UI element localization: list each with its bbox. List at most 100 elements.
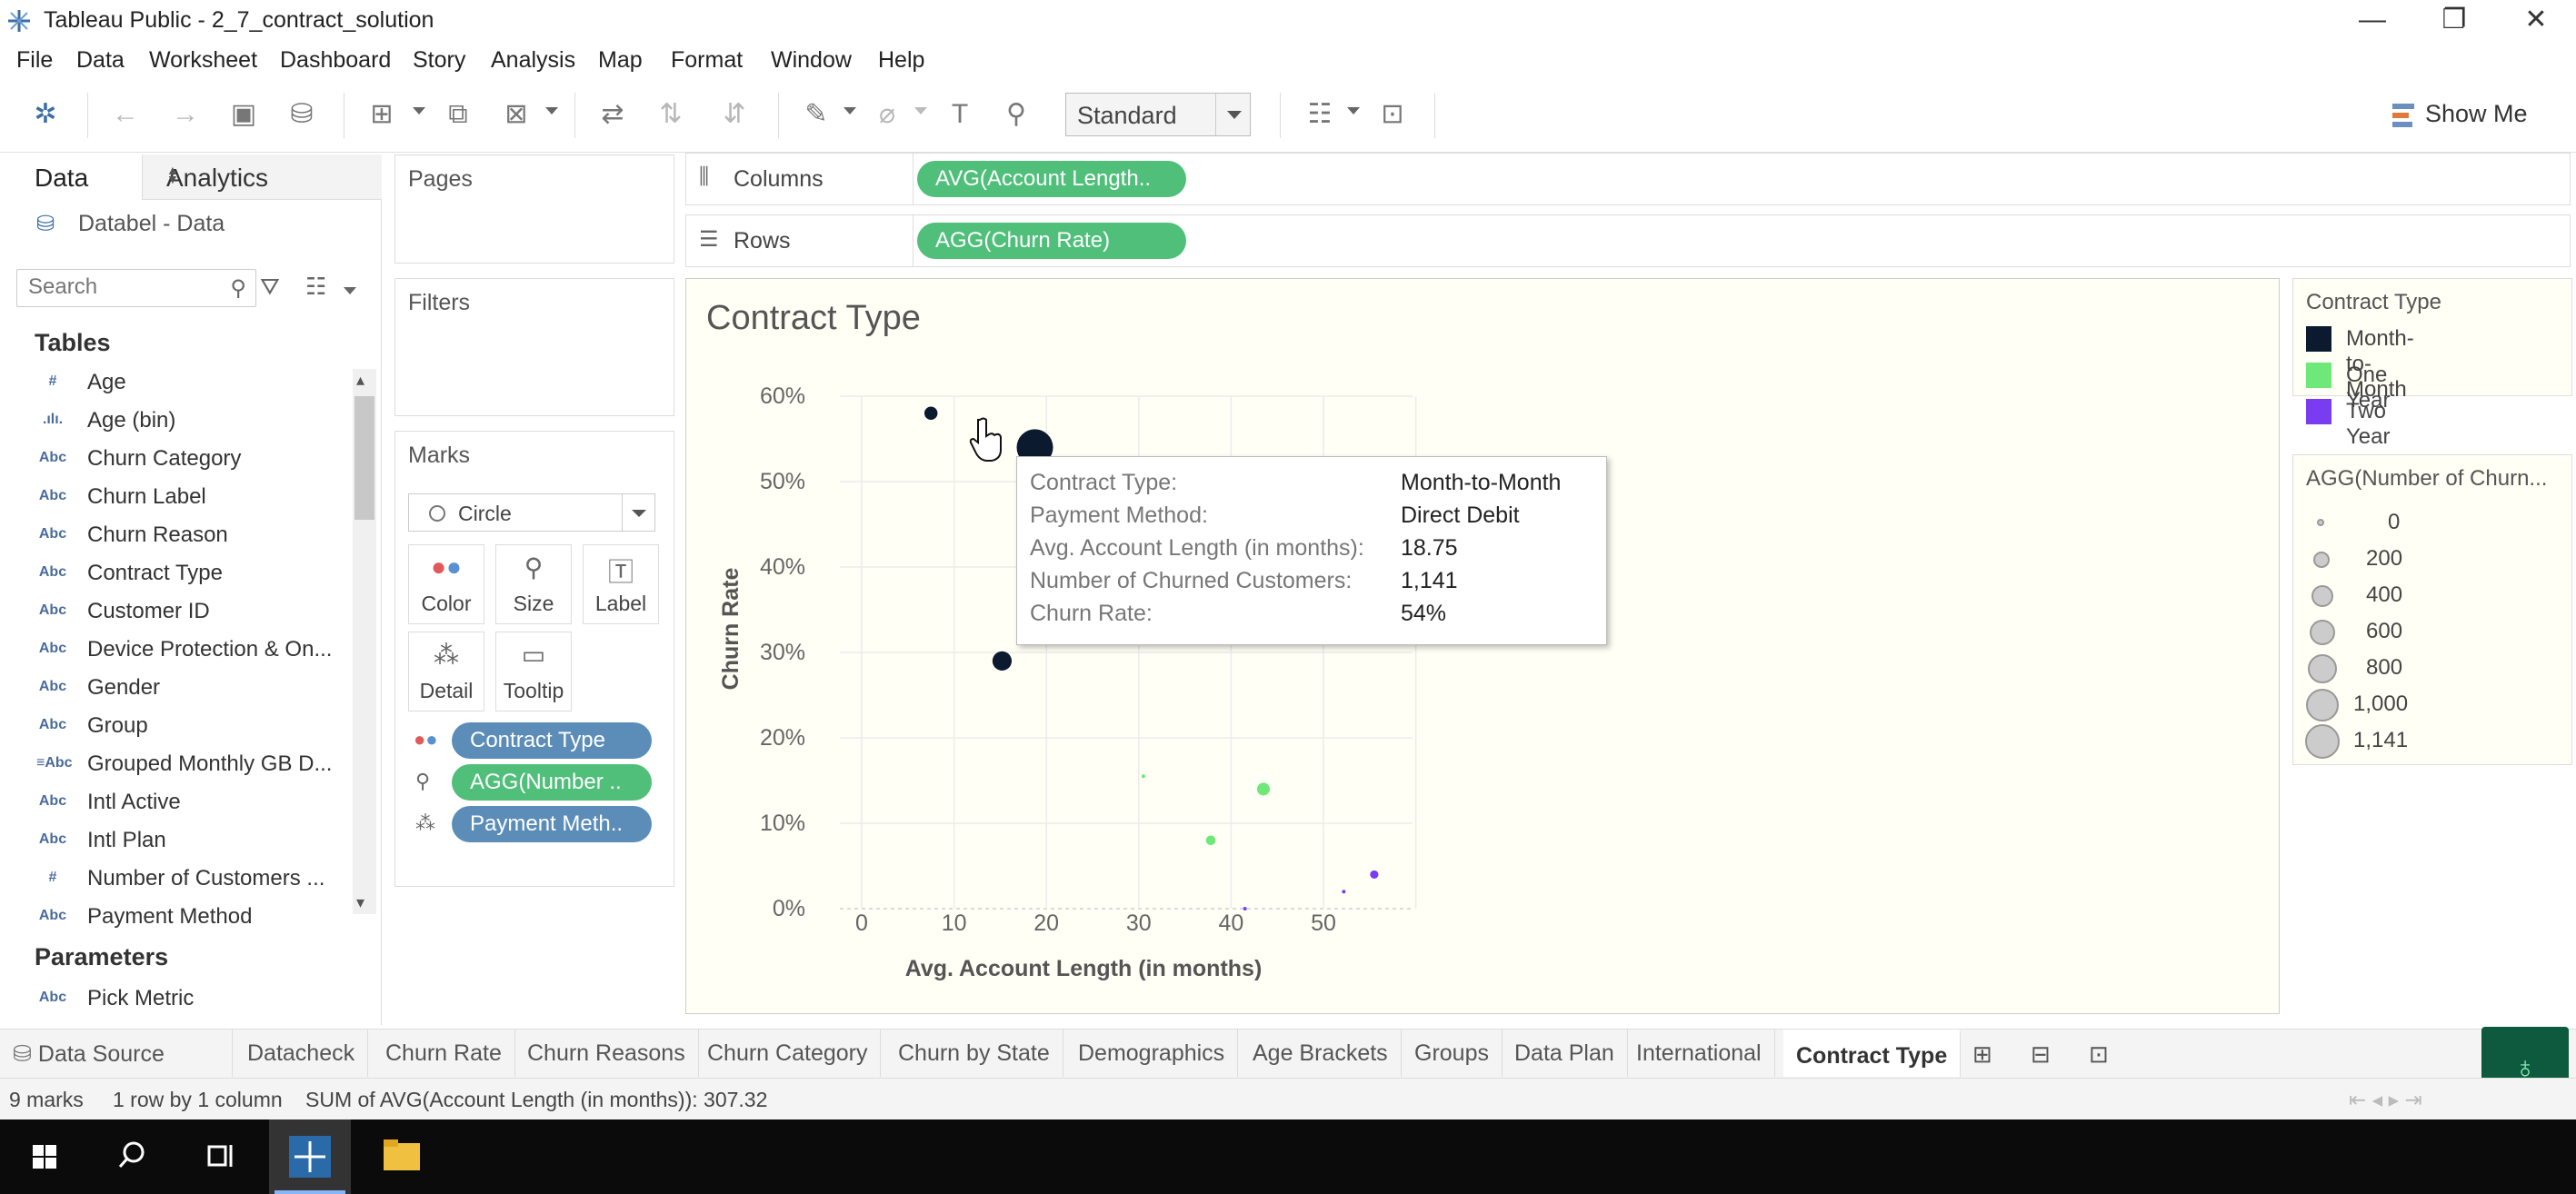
fit-dropdown[interactable]: Standard [1065, 93, 1251, 136]
field-intl-plan[interactable]: Abc Intl Plan [0, 823, 354, 860]
redo-icon[interactable]: → [165, 95, 205, 134]
new-story-tab-icon[interactable]: ⊡ [2089, 1040, 2109, 1069]
tab-data-source[interactable]: ⛁ Data Source [0, 1030, 233, 1077]
label-button[interactable]: 🅃 Label [583, 544, 659, 624]
field-age-bin[interactable]: .ılı. Age (bin) [0, 403, 354, 440]
new-worksheet-dropdown-icon[interactable] [413, 107, 425, 114]
scatter-point-one-year[interactable] [1256, 782, 1270, 796]
pill-payment-method[interactable]: Payment Meth.. [452, 806, 652, 842]
pill-contract-type[interactable]: Contract Type [452, 722, 652, 759]
task-view-button[interactable] [178, 1119, 260, 1194]
menu-worksheet[interactable]: Worksheet [149, 47, 257, 74]
scatter-chart[interactable]: 0% 10% 20% 30% 40% 50% 60% 0 10 20 30 40 50 Churn R… [685, 278, 1594, 1014]
start-button[interactable] [4, 1119, 85, 1194]
menu-analysis[interactable]: Analysis [491, 47, 575, 74]
data-pane-scrollbar[interactable]: ▴ ▾ [353, 369, 376, 914]
pages-card[interactable]: Pages [394, 154, 674, 264]
close-button[interactable]: ✕ [2496, 0, 2576, 42]
search-input[interactable] [28, 270, 210, 304]
field-customer-id[interactable]: Abc Customer ID [0, 594, 354, 631]
tab-data-plan[interactable]: Data Plan [1502, 1030, 1628, 1077]
filter-icon[interactable]: ⛛ [260, 273, 280, 302]
scatter-point-two-year[interactable] [1243, 907, 1247, 910]
show-cards-icon[interactable]: ☷ [1300, 95, 1340, 134]
field-number-of-customers[interactable]: # Number of Customers ... [0, 861, 354, 898]
tab-contract-type[interactable]: Contract Type [1783, 1030, 1962, 1077]
scatter-point-two-year[interactable] [1342, 890, 1346, 894]
scatter-point-two-year[interactable] [1370, 870, 1379, 879]
tableau-home-icon[interactable]: ✲ [25, 95, 65, 134]
scatter-point-month-to-month[interactable] [992, 651, 1013, 671]
scatter-point-one-year[interactable] [1141, 774, 1145, 779]
scatter-point-month-to-month[interactable] [924, 406, 938, 421]
search-field[interactable]: ⚲ [16, 269, 256, 307]
tab-datacheck[interactable]: Datacheck [235, 1030, 369, 1077]
param-pick-metric[interactable]: Abc Pick Metric [0, 981, 354, 1018]
taskbar-search-button[interactable] [91, 1119, 173, 1194]
menu-map[interactable]: Map [598, 47, 643, 74]
menu-help[interactable]: Help [878, 47, 924, 74]
tab-groups[interactable]: Groups [1402, 1030, 1503, 1077]
duplicate-sheet-icon[interactable]: ⧉ [438, 95, 478, 134]
color-button[interactable]: ●● Color [408, 544, 484, 624]
pill-number-of-churned[interactable]: AGG(Number .. [452, 764, 652, 801]
field-contract-type[interactable]: Abc Contract Type [0, 556, 354, 592]
tab-churn-reasons[interactable]: Churn Reasons [514, 1030, 699, 1077]
menu-format[interactable]: Format [671, 47, 743, 74]
field-intl-active[interactable]: Abc Intl Active [0, 785, 354, 821]
menu-dashboard[interactable]: Dashboard [280, 47, 391, 74]
pill-avg-account-length[interactable]: AVG(Account Length.. [917, 161, 1186, 197]
undo-icon[interactable]: ← [105, 95, 145, 134]
view-list-icon[interactable]: ☷ [305, 273, 326, 301]
datasource-name[interactable]: Databel - Data [78, 211, 225, 237]
tab-demographics[interactable]: Demographics [1065, 1030, 1239, 1077]
tab-churn-by-state[interactable]: Churn by State [885, 1030, 1063, 1077]
tab-age-brackets[interactable]: Age Brackets [1240, 1030, 1402, 1077]
field-device-protection[interactable]: Abc Device Protection & On... [0, 632, 354, 669]
fix-axes-icon[interactable]: ⚲ [996, 95, 1036, 134]
menu-file[interactable]: File [16, 47, 53, 74]
scrollbar-thumb[interactable] [354, 396, 374, 520]
group-members-icon[interactable]: ⌀ [867, 95, 907, 134]
save-icon[interactable]: ▣ [224, 95, 264, 134]
show-cards-dropdown-icon[interactable] [1347, 107, 1360, 114]
swap-rows-columns-icon[interactable]: ⇄ [593, 95, 633, 134]
view-dropdown-icon[interactable] [344, 287, 356, 294]
field-age[interactable]: # Age [0, 365, 354, 402]
restore-button[interactable]: ❐ [2414, 0, 2494, 42]
tab-churn-category[interactable]: Churn Category [694, 1030, 882, 1077]
sort-descending-icon[interactable]: ⇵ [714, 95, 754, 134]
sheet-nav-icons[interactable]: ⇤ ◂ ▸ ⇥ [2349, 1088, 2422, 1112]
scroll-down-icon[interactable]: ▾ [356, 893, 364, 912]
new-worksheet-tab-icon[interactable]: ⊞ [1972, 1040, 1992, 1069]
taskbar-file-explorer[interactable] [360, 1119, 442, 1194]
tooltip-button[interactable]: ▭ Tooltip [495, 632, 572, 711]
pill-churn-rate[interactable]: AGG(Churn Rate) [917, 223, 1186, 259]
presentation-mode-icon[interactable]: ⊡ [1373, 95, 1413, 134]
taskbar-tableau-app[interactable] [269, 1119, 351, 1194]
scatter-point-one-year[interactable] [1205, 835, 1216, 846]
field-churn-category[interactable]: Abc Churn Category [0, 442, 354, 478]
field-payment-method[interactable]: Abc Payment Method [0, 900, 354, 936]
menu-window[interactable]: Window [771, 47, 852, 74]
clear-sheet-dropdown-icon[interactable] [545, 107, 558, 114]
rows-shelf[interactable]: ☰ Rows AGG(Churn Rate) [685, 214, 2571, 267]
color-legend[interactable]: Contract Type Month-to-Month One Year Tw… [2292, 278, 2572, 449]
tab-analytics[interactable]: Analytics ▲ ▼ [142, 154, 382, 200]
new-dashboard-tab-icon[interactable]: ⊟ [2031, 1040, 2051, 1069]
new-datasource-icon[interactable]: ⛁ [282, 95, 322, 134]
field-churn-reason[interactable]: Abc Churn Reason [0, 518, 354, 554]
highlight-icon[interactable]: ✎ [796, 95, 836, 134]
clear-sheet-icon[interactable]: ⊠ [496, 95, 536, 134]
tab-data[interactable]: Data [35, 164, 88, 193]
size-legend[interactable]: AGG(Number of Churn... 0 200 400 600 800… [2292, 454, 2572, 765]
filters-card[interactable]: Filters [394, 278, 674, 416]
field-gender[interactable]: Abc Gender [0, 671, 354, 707]
mark-type-dropdown[interactable]: Circle [408, 493, 655, 532]
detail-button[interactable]: ⁂ Detail [408, 632, 484, 711]
new-worksheet-icon[interactable]: ⊞ [362, 95, 402, 134]
field-group[interactable]: Abc Group [0, 709, 354, 745]
tab-churn-rate[interactable]: Churn Rate [373, 1030, 515, 1077]
show-mark-labels-icon[interactable]: T [940, 95, 980, 134]
columns-shelf[interactable]: ⫼ Columns AVG(Account Length.. [685, 153, 2571, 205]
